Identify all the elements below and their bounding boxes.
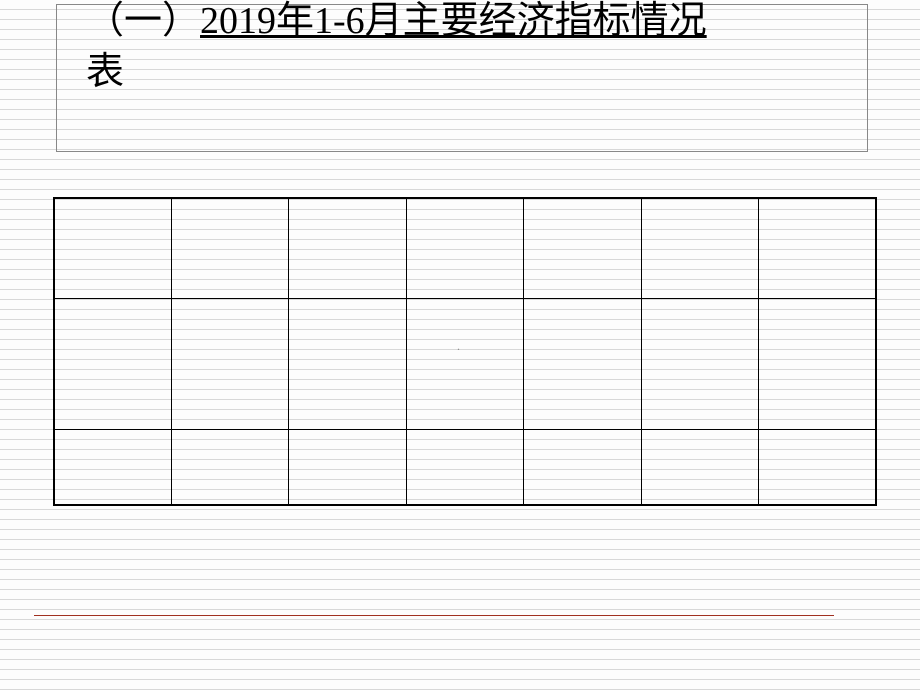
table-cell — [171, 298, 288, 429]
title-underlined: 2019年1-6月主要经济指标情况 — [200, 0, 707, 42]
table-cell — [171, 429, 288, 505]
page-title: （一）2019年1-6月主要经济指标情况表 — [86, 0, 826, 99]
table-cell — [54, 298, 171, 429]
table-cell — [406, 198, 523, 298]
table-cell — [289, 298, 406, 429]
table-cell — [54, 198, 171, 298]
table-cell — [524, 198, 641, 298]
title-suffix: 表 — [86, 51, 124, 93]
table-cell — [54, 429, 171, 505]
table-cell — [641, 198, 758, 298]
table-row — [54, 198, 876, 298]
footer-divider — [34, 615, 834, 616]
table-cell — [641, 429, 758, 505]
table-cell — [759, 298, 876, 429]
economic-indicators-table — [53, 197, 877, 506]
table-cell — [289, 429, 406, 505]
table-cell — [406, 429, 523, 505]
table-row — [54, 298, 876, 429]
table-row — [54, 429, 876, 505]
title-prefix: （一） — [86, 0, 200, 42]
table-cell — [524, 298, 641, 429]
table-cell — [171, 198, 288, 298]
table-cell — [406, 298, 523, 429]
table-cell — [289, 198, 406, 298]
table-cell — [759, 429, 876, 505]
table-cell — [641, 298, 758, 429]
table-cell — [524, 429, 641, 505]
table-cell — [759, 198, 876, 298]
